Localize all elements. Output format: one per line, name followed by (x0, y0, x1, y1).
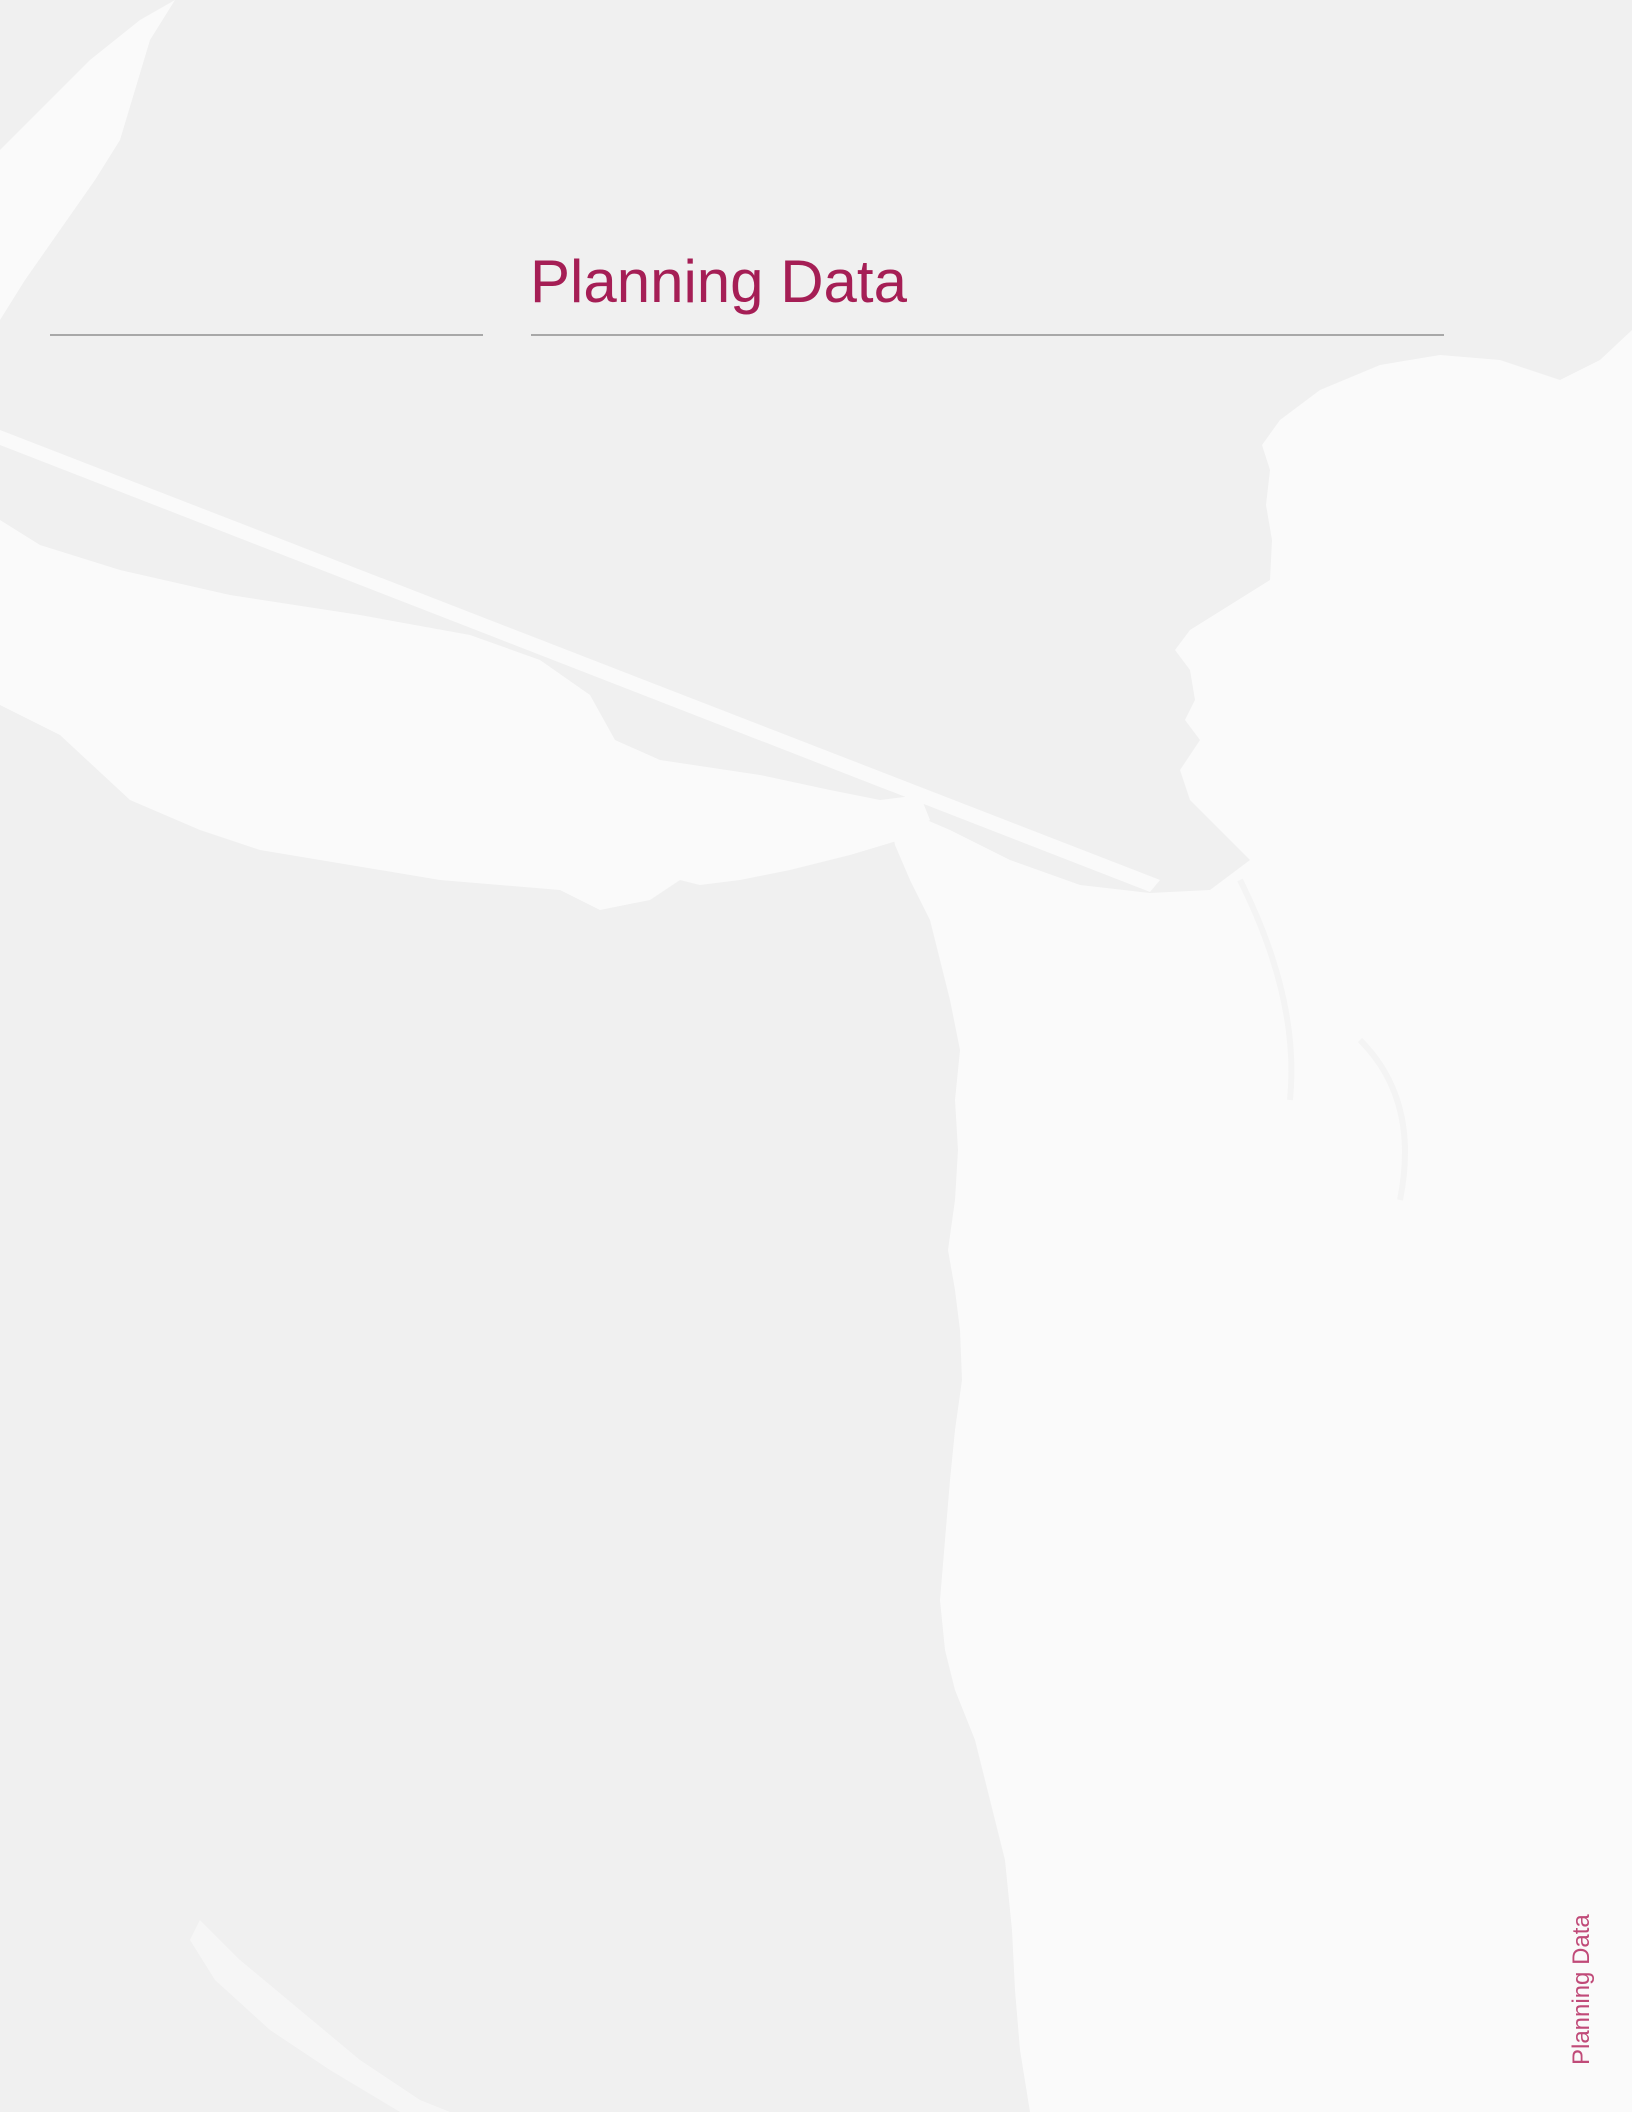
header-rule-right (531, 334, 1444, 336)
header-rule-left (50, 334, 483, 336)
page-title: Planning Data (530, 248, 907, 315)
javelin-thrower-silhouette (0, 0, 1632, 2112)
side-tab-label: Planning Data (1568, 1914, 1595, 2065)
